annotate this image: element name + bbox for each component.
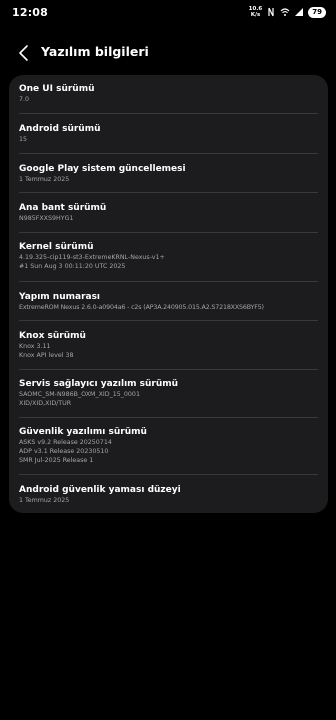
divider (19, 320, 318, 321)
nfc-icon (268, 7, 274, 17)
item-title: Ana bant sürümü (19, 203, 107, 213)
item-title: Servis sağlayıcı yazılım sürümü (19, 379, 179, 389)
list-item-android-security-patch-level[interactable]: Android güvenlik yaması düzeyi 1 Temmuz … (9, 484, 328, 505)
item-value: ASKS v9.2 Release 20250714 (19, 439, 112, 446)
network-speed-unit: K/s (250, 12, 261, 18)
item-title: Google Play sistem güncellemesi (19, 164, 186, 174)
network-speed: 10.6 K/s (249, 6, 263, 18)
list-item-knox-version[interactable]: Knox sürümü Knox 3.11 Knox API level 38 (9, 330, 328, 360)
status-bar: 12:08 10.6 K/s 79 (0, 0, 336, 24)
item-title: Knox sürümü (19, 331, 86, 341)
item-title: Android sürümü (19, 124, 101, 134)
divider (19, 417, 318, 418)
item-value: Knox API level 38 (19, 352, 74, 359)
item-value: #1 Sun Aug 3 00:11:20 UTC 2025 (19, 263, 126, 270)
signal-icon (295, 8, 304, 16)
list-item-carrier-software-version[interactable]: Servis sağlayıcı yazılım sürümü SAOMC_SM… (9, 378, 328, 408)
item-value: XID/XID,XID/TUR (19, 400, 72, 407)
divider (19, 113, 318, 114)
app-bar: Yazılım bilgileri (0, 34, 336, 72)
item-title: Kernel sürümü (19, 242, 94, 252)
software-info-list: One UI sürümü 7.0 Android sürümü 15 Goog… (9, 75, 328, 513)
divider (19, 232, 318, 233)
divider (19, 192, 318, 193)
list-item-build-number[interactable]: Yapım numarası ExtremeROM Nexus 2.6.0-a0… (9, 291, 328, 312)
item-value: 7.0 (19, 96, 30, 103)
item-value: 4.19.325-cip119-st3-ExtremeKRNL-Nexus-v1… (19, 254, 165, 261)
item-value: 15 (19, 136, 28, 143)
item-value: 1 Temmuz 2025 (19, 497, 70, 504)
item-title: Yapım numarası (19, 292, 101, 302)
item-value: SAOMC_SM-N986B_OXM_XID_15_0001 (19, 391, 140, 398)
divider (19, 474, 318, 475)
back-arrow-icon[interactable] (16, 44, 32, 62)
divider (19, 281, 318, 282)
wifi-icon (280, 8, 290, 16)
list-item-one-ui-version[interactable]: One UI sürümü 7.0 (9, 83, 328, 104)
item-value: ExtremeROM Nexus 2.6.0-a0904a6 - c2s (AP… (19, 304, 264, 311)
list-item-kernel-version[interactable]: Kernel sürümü 4.19.325-cip119-st3-Extrem… (9, 241, 328, 271)
divider (19, 369, 318, 370)
item-value: Knox 3.11 (19, 343, 51, 350)
divider (19, 153, 318, 154)
item-title: Güvenlik yazılımı sürümü (19, 427, 147, 437)
item-title: Android güvenlik yaması düzeyi (19, 485, 181, 495)
item-value: 1 Temmuz 2025 (19, 176, 70, 183)
battery-indicator: 79 (308, 6, 326, 18)
status-icons: 10.6 K/s 79 (249, 6, 326, 18)
item-title: One UI sürümü (19, 84, 95, 94)
item-value: ADP v3.1 Release 20230510 (19, 448, 109, 455)
item-value: SMR Jul-2025 Release 1 (19, 457, 94, 464)
item-value: N985FXXS9HYG1 (19, 215, 74, 222)
list-item-google-play-system-update[interactable]: Google Play sistem güncellemesi 1 Temmuz… (9, 163, 328, 184)
page-title: Yazılım bilgileri (41, 44, 149, 59)
list-item-android-version[interactable]: Android sürümü 15 (9, 123, 328, 144)
list-item-security-software-version[interactable]: Güvenlik yazılımı sürümü ASKS v9.2 Relea… (9, 426, 328, 465)
list-item-baseband-version[interactable]: Ana bant sürümü N985FXXS9HYG1 (9, 202, 328, 223)
status-time: 12:08 (12, 5, 49, 19)
